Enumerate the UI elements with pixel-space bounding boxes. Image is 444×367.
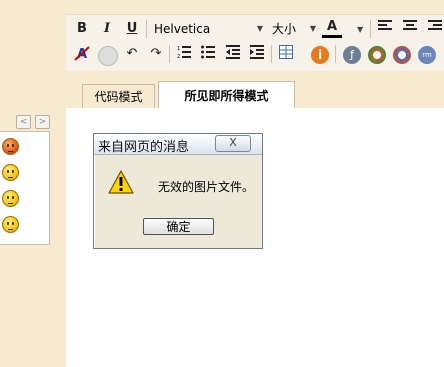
font-color-letter: A xyxy=(326,19,338,34)
flash-icon[interactable]: ƒ xyxy=(343,46,361,64)
clear-format-icon[interactable]: A xyxy=(72,45,92,63)
toolbar-separator xyxy=(271,45,272,63)
chevron-down-icon: ▼ xyxy=(309,24,316,33)
video-icon[interactable] xyxy=(393,46,411,64)
realmedia-icon[interactable]: rm xyxy=(418,46,436,64)
svg-text:2: 2 xyxy=(177,54,180,59)
align-center-icon[interactable] xyxy=(400,20,420,38)
emoticon-panel: < > xyxy=(0,0,66,367)
tab-code-mode[interactable]: 代码模式 xyxy=(82,84,155,108)
tab-wysiwyg-mode[interactable]: 所见即所得模式 xyxy=(158,81,295,109)
ok-button[interactable]: 确定 xyxy=(143,218,214,235)
sad-emoticon-icon[interactable] xyxy=(2,164,19,181)
alert-dialog: 来自网页的消息 X 无效的图片文件。 确定 xyxy=(93,133,263,249)
font-color-button[interactable]: A xyxy=(322,18,342,38)
indent-icon[interactable] xyxy=(247,45,267,63)
redo-icon[interactable]: ↷ xyxy=(146,45,166,63)
underline-button[interactable]: U xyxy=(122,20,142,38)
editor-mode-tabs: 代码模式 所见即所得模式 xyxy=(66,78,444,109)
chevron-down-icon[interactable]: ▼ xyxy=(357,25,363,34)
emoticon-next-button[interactable]: > xyxy=(35,115,50,129)
worried-emoticon-icon[interactable] xyxy=(2,190,19,207)
surprised-emoticon-icon[interactable] xyxy=(2,216,19,233)
unordered-list-icon[interactable] xyxy=(198,45,218,63)
toolbar-separator xyxy=(169,45,170,63)
ordered-list-icon[interactable]: 12 xyxy=(174,45,194,63)
info-icon[interactable]: i xyxy=(311,46,329,64)
emoticon-prev-button[interactable]: < xyxy=(16,115,31,129)
dialog-title-bar[interactable]: 来自网页的消息 X xyxy=(94,134,262,155)
font-family-select[interactable]: Helvetica ▼ xyxy=(151,20,266,38)
align-right-icon[interactable] xyxy=(425,20,444,38)
editor-toolbar: B I U Helvetica ▼ 大小 ▼ A ▼ A ↶ ↷ 12 xyxy=(66,14,444,71)
bold-button[interactable]: B xyxy=(72,20,92,38)
dialog-message: 无效的图片文件。 xyxy=(158,180,255,194)
emoticon-insert-icon[interactable] xyxy=(98,46,118,66)
undo-icon[interactable]: ↶ xyxy=(122,45,142,63)
outdent-icon[interactable] xyxy=(223,45,243,63)
chevron-down-icon: ▼ xyxy=(256,24,263,33)
toolbar-separator xyxy=(370,20,371,38)
italic-button[interactable]: I xyxy=(97,20,117,38)
close-button[interactable]: X xyxy=(215,135,251,152)
font-size-select[interactable]: 大小 ▼ xyxy=(269,20,319,38)
media-icon[interactable] xyxy=(368,46,386,64)
font-size-value: 大小 xyxy=(272,22,297,36)
color-swatch xyxy=(322,35,342,38)
toolbar-separator xyxy=(146,20,147,38)
close-icon: X xyxy=(229,136,237,149)
emoticon-list xyxy=(0,131,50,245)
align-left-icon[interactable] xyxy=(375,20,395,38)
font-family-value: Helvetica xyxy=(154,22,211,36)
angry-emoticon-icon[interactable] xyxy=(2,138,19,155)
toolbar-separator xyxy=(335,45,336,63)
dialog-title: 来自网页的消息 xyxy=(98,140,190,155)
svg-text:1: 1 xyxy=(177,46,180,52)
table-insert-icon[interactable] xyxy=(276,45,296,63)
